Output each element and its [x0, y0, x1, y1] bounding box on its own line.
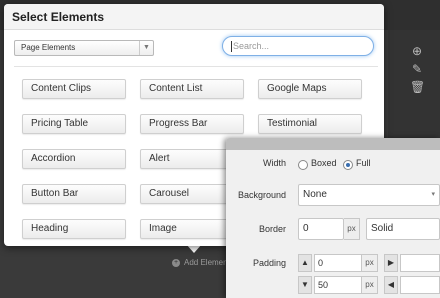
border-style-select[interactable]: Solid	[366, 218, 440, 240]
chevron-left-icon: ◀	[384, 276, 398, 294]
chevron-up-icon: ▲	[298, 254, 312, 272]
dialog-controls: Page Elements ▼ Search...	[4, 30, 384, 64]
width-label: Width	[262, 158, 286, 168]
category-select-value: Page Elements	[21, 43, 76, 52]
plus-icon: +	[172, 258, 180, 267]
add-element-link[interactable]: + Add Element	[172, 258, 230, 267]
width-full-label: Full	[356, 158, 371, 168]
element-google-maps[interactable]: Google Maps	[258, 79, 362, 99]
element-content-list[interactable]: Content List	[140, 79, 244, 99]
plus-circle-icon[interactable]: ⊕	[410, 44, 424, 58]
chevron-down-icon: ▼	[139, 41, 153, 55]
add-element-label: Add Element	[184, 258, 230, 267]
element-progress-bar[interactable]: Progress Bar	[140, 114, 244, 134]
chevron-down-icon: ▼	[298, 276, 312, 294]
padding-right-input[interactable]	[400, 254, 440, 272]
width-full-radio[interactable]	[343, 160, 353, 170]
chevron-right-icon: ▶	[384, 254, 398, 272]
element-button-bar[interactable]: Button Bar	[22, 184, 126, 204]
element-category-select[interactable]: Page Elements ▼	[14, 40, 154, 56]
background-label: Background	[237, 190, 286, 200]
element-content-clips[interactable]: Content Clips	[22, 79, 126, 99]
element-pricing-table[interactable]: Pricing Table	[22, 114, 126, 134]
element-accordion[interactable]: Accordion	[22, 149, 126, 169]
search-placeholder: Search...	[233, 41, 270, 51]
row-settings-panel: Width Boxed Full Background None ▾ Borde…	[226, 138, 440, 298]
padding-bottom-input[interactable]: 50	[314, 276, 362, 294]
padding-label: Padding	[252, 258, 286, 268]
element-testimonial[interactable]: Testimonial	[258, 114, 362, 134]
padding-top-input[interactable]: 0	[314, 254, 362, 272]
border-unit: px	[344, 218, 360, 240]
dialog-title: Select Elements	[12, 10, 105, 24]
padding-left-input[interactable]	[400, 276, 440, 294]
border-width-input[interactable]: 0	[298, 218, 344, 240]
border-label: Border	[258, 224, 286, 234]
background-select[interactable]: None ▾	[298, 184, 440, 206]
width-boxed-label: Boxed	[311, 158, 337, 168]
padding-bottom-unit: px	[362, 276, 378, 294]
element-heading[interactable]: Heading	[22, 219, 126, 239]
text-cursor	[231, 41, 232, 53]
edit-icon[interactable]: ✎	[410, 62, 424, 76]
background-select-value: None	[303, 189, 327, 200]
padding-top-unit: px	[362, 254, 378, 272]
search-input[interactable]: Search...	[222, 36, 374, 56]
chevron-down-icon: ▾	[431, 191, 435, 198]
trash-icon[interactable]: 🗑	[410, 80, 425, 94]
dialog-header: Select Elements	[4, 4, 384, 30]
panel-header	[226, 138, 440, 150]
width-boxed-radio[interactable]	[298, 160, 308, 170]
